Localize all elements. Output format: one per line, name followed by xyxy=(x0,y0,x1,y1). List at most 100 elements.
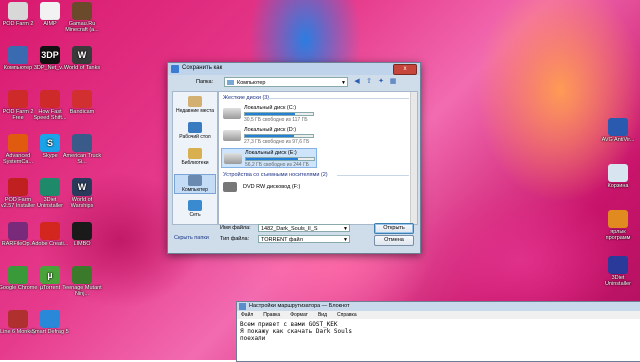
pod-farm-installer-icon xyxy=(8,178,28,196)
skype-icon: S xyxy=(40,134,60,152)
notepad-window: Настройки маршрутизатора — Блокнот Файл П… xyxy=(236,301,640,362)
desktop-shortcut-label: Bandicam xyxy=(69,109,95,115)
save-as-dialog: Сохранить как x Папка: Компьютер ▼ ◀ ⇧ ✦… xyxy=(167,62,421,254)
place-icon xyxy=(188,175,202,186)
places-sidebar: Недавние места Рабочий стол Библиотеки Комп… xyxy=(172,91,218,225)
drive-usage-fill xyxy=(245,135,294,137)
drive-item[interactable]: Локальный диск (E:) 56,2 ГБ свободно из 2… xyxy=(221,148,317,168)
drive-free-space: 30,5 ГБ свободно из 117 ГБ xyxy=(244,117,308,123)
drive-usage-bar xyxy=(245,157,315,161)
desktop-shortcut[interactable]: ярлык программ xyxy=(598,210,638,241)
chevron-down-icon: ▼ xyxy=(343,237,348,243)
removable-group-header[interactable]: Устройства со съемными носителями (2) xyxy=(223,172,328,178)
notepad-titlebar[interactable]: Настройки маршрутизатора — Блокнот xyxy=(237,302,640,311)
desktop-shortcut-label: ярлык программ xyxy=(605,229,631,241)
notepad-menu-item[interactable]: Справка xyxy=(337,312,357,318)
limbo-icon xyxy=(72,222,92,240)
computer-icon xyxy=(8,46,28,64)
up-folder-icon[interactable]: ⇧ xyxy=(364,77,374,87)
dialog-toolbar: Папка: Компьютер ▼ ◀ ⇧ ✦ ▦ xyxy=(172,77,416,89)
dialog-close-button[interactable]: x xyxy=(393,64,417,75)
notepad-icon xyxy=(239,303,246,310)
view-menu-icon[interactable]: ▦ xyxy=(388,77,398,87)
back-arrow-icon[interactable]: ◀ xyxy=(352,77,362,87)
folder-label: Папка: xyxy=(196,79,214,85)
desktop-shortcut-label: World of Warships xyxy=(70,197,94,209)
hard-drive-icon xyxy=(224,153,242,164)
hard-drive-icon xyxy=(223,108,241,119)
open-button[interactable]: Открыть xyxy=(374,223,414,234)
notepad-title: Настройки маршрутизатора — Блокнот xyxy=(249,303,350,309)
chrome-icon xyxy=(8,266,28,284)
filetype-label: Тип файла: xyxy=(220,236,250,242)
filetype-select[interactable]: TORRENT файл ▼ xyxy=(258,235,350,243)
hdd-group-header[interactable]: Жесткие диски (3) xyxy=(223,95,269,101)
advanced-systemcare-icon xyxy=(8,134,28,152)
drive-usage-fill xyxy=(246,158,299,160)
utorrent-icon: µ xyxy=(40,266,60,284)
place-icon xyxy=(188,148,202,159)
computer-icon xyxy=(227,80,234,85)
dialog-title: Сохранить как xyxy=(182,65,223,71)
place-item[interactable]: Недавние места xyxy=(174,96,216,114)
drive-item[interactable]: Локальный диск (D:) 27,3 ГБ свободно из 9… xyxy=(221,126,317,146)
uninstaller-icon xyxy=(608,256,628,274)
place-item[interactable]: Сеть xyxy=(174,200,216,218)
place-label: Недавние места xyxy=(175,108,215,114)
desktop-shortcut[interactable]: American Truck Si... xyxy=(62,134,102,165)
drive-usage-bar xyxy=(244,134,314,138)
notepad-menu-item[interactable]: Формат xyxy=(290,312,308,318)
desktop-shortcut[interactable]: W World of Warships xyxy=(62,178,102,209)
desktop-shortcut-label: American Truck Si... xyxy=(62,153,102,165)
chevron-down-icon: ▼ xyxy=(341,80,346,86)
desktop-shortcut[interactable]: 3Diet Uninstaller xyxy=(598,256,638,287)
drive-free-space: 27,3 ГБ свободно из 97,6 ГБ xyxy=(244,139,310,145)
place-icon xyxy=(188,200,202,211)
drive-item[interactable]: Локальный диск (C:) 30,5 ГБ свободно из 1… xyxy=(221,104,317,124)
dialog-titlebar[interactable]: Сохранить как x xyxy=(168,63,420,75)
cancel-button[interactable]: Отмена xyxy=(374,235,414,246)
notepad-text-area[interactable]: Всем привет с вами GOST_KEK Я покажу как… xyxy=(240,321,352,342)
desktop-shortcut[interactable]: Teenage Mutant Ninj... xyxy=(62,266,102,297)
desktop-shortcut[interactable]: Bandicam xyxy=(62,90,102,115)
place-label: Компьютер xyxy=(182,187,208,193)
file-list: Жесткие диски (3) Локальный диск (C:) 30,… xyxy=(218,91,418,225)
hard-drive-icon xyxy=(223,130,241,141)
file-list-scrollbar[interactable] xyxy=(410,92,417,224)
chevron-down-icon: ▼ xyxy=(343,226,348,232)
place-icon xyxy=(188,96,202,107)
hide-folders-link[interactable]: Скрыть папки xyxy=(174,235,209,241)
place-item[interactable]: Библиотеки xyxy=(174,148,216,166)
place-item[interactable]: Компьютер xyxy=(174,174,216,194)
smart-defrag-icon xyxy=(40,310,60,328)
desktop-shortcut[interactable]: AVG AntiVir... xyxy=(598,118,638,143)
desktop-shortcut[interactable]: LIMBO xyxy=(62,222,102,247)
drive-usage-fill xyxy=(245,113,296,115)
notepad-menu-item[interactable]: Правка xyxy=(263,312,280,318)
dvd-drive-icon xyxy=(223,182,237,192)
pod-farm-icon xyxy=(8,90,28,108)
notepad-menu-item[interactable]: Вид xyxy=(318,312,327,318)
desktop-shortcut-label: Gamau.Ru Minecraft (a... xyxy=(65,21,99,33)
place-item[interactable]: Рабочий стол xyxy=(174,122,216,140)
notepad-menu-item[interactable]: Файл xyxy=(241,312,253,318)
desktop-shortcut[interactable]: Gamau.Ru Minecraft (a... xyxy=(62,2,102,33)
world-of-warships-icon: W xyxy=(72,178,92,196)
desktop-shortcut-label: Корзина xyxy=(607,183,629,189)
dvd-drive-item[interactable]: DVD RW дисковод (F:) xyxy=(221,182,341,194)
filename-value: 1482_Dark_Souls_II_S xyxy=(261,226,318,232)
desktop-shortcut[interactable]: Smart Defrag 5 xyxy=(30,310,70,335)
desktop-shortcut[interactable]: W World of Tanks xyxy=(62,46,102,71)
rar-icon xyxy=(8,222,28,240)
uninstaller-icon xyxy=(40,178,60,196)
shortcut-icon xyxy=(608,210,628,228)
aimp-icon xyxy=(40,2,60,20)
notepad-menubar: Файл Правка Формат Вид Справка xyxy=(237,311,640,319)
desktop-shortcut-label: 3Diet Uninstaller xyxy=(605,275,631,287)
folder-select[interactable]: Компьютер ▼ xyxy=(224,77,348,87)
filename-input[interactable]: 1482_Dark_Souls_II_S ▼ xyxy=(258,224,350,232)
desktop-shortcut-label: LIMBO xyxy=(73,241,91,247)
3dp-net-icon: 3DP xyxy=(40,46,60,64)
desktop-shortcut[interactable]: Корзина xyxy=(598,164,638,189)
new-folder-icon[interactable]: ✦ xyxy=(376,77,386,87)
